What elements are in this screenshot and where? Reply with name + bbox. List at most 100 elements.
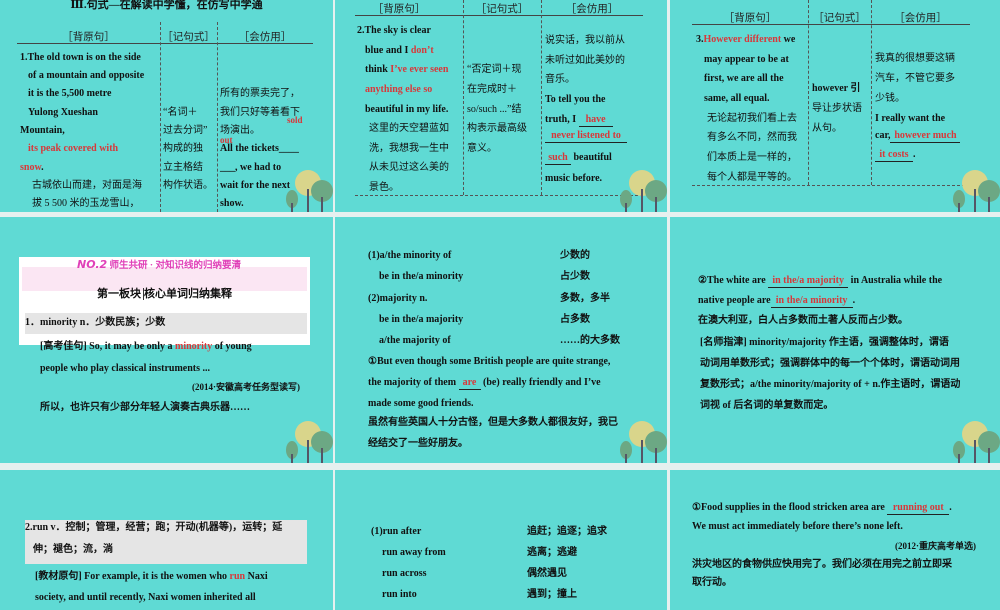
answer-blank: however much [890, 130, 961, 143]
header-divider [17, 43, 313, 44]
header-divider [355, 15, 643, 16]
text-line: ②The white are in the/a majority in Aust… [698, 275, 942, 288]
text: of young [212, 341, 252, 352]
answer-text: sold [287, 115, 303, 125]
text-line: 古城依山而建，对面是海 [32, 180, 142, 191]
answer-text: out [220, 135, 233, 145]
answer-blank: have [578, 114, 613, 127]
text-line: Mountain, [20, 125, 65, 136]
text-line: 意义。 [467, 143, 497, 154]
text-line: [教材原句] For example, it is the women who … [35, 571, 268, 583]
slide-thumbnail-3[interactable]: ［背原句］ ［记句式］ ［会仿用］ 3.However different we… [670, 0, 1000, 212]
text-line: 少钱。 [875, 93, 905, 104]
slide-thumbnail-4[interactable]: NO.2 师生共研 · 对知识线的归纳要清 第一板块 核心单词归纳集释 1．min… [0, 217, 333, 463]
section-subtitle: 师生共研 · 对知识线的归纳要清 [109, 261, 241, 271]
text-line: truth, I have [545, 114, 613, 127]
slide-thumbnail-5[interactable]: (1)a/the minority of 少数的 be in the/a mino… [335, 217, 667, 463]
block-title: 第一板块 核心单词归纳集释 [19, 288, 310, 300]
text-line: people who play classical instruments ..… [40, 363, 211, 374]
phrase-meaning: ……的大多数 [560, 335, 620, 346]
header-col2: ［记句式］ [813, 13, 866, 24]
phrase: (2)majority n. [368, 293, 428, 304]
text-line: such beautiful [545, 152, 612, 165]
slide-thumbnail-8[interactable]: (1)run after 追赶；追逐；追求 run away from 逃离；逃避 … [335, 470, 667, 610]
header-col1: ［背原句］ [62, 32, 115, 43]
text-line: however 引 [812, 83, 861, 94]
slide-thumbnail-2[interactable]: ［背原句］ ［记句式］ ［会仿用］ 2.The sky is clear blu… [335, 0, 667, 212]
text-line: 从未见过这么美的 [369, 162, 449, 173]
slide-thumbnail-7[interactable]: 2.run v．控制；管理，经营；跑；开动(机器等)，运转；延 伸；褪色；流，淌… [0, 470, 333, 610]
header-col3: ［会仿用］ [565, 4, 619, 15]
phrase: a/the majority of [379, 335, 451, 346]
text-line: Yulong Xueshan [28, 107, 98, 118]
text-line: To tell you the [545, 94, 606, 105]
text-line: think I’ve ever seen [365, 64, 448, 76]
text-line: may appear to be at [704, 54, 789, 65]
text-line: 过去分词” [163, 125, 208, 136]
text-line: ①Food supplies in the flood stricken are… [692, 502, 952, 515]
text-line: beautiful in my life. [365, 104, 449, 115]
text-line: 词视 of 后名词的单复数而定。 [700, 400, 834, 411]
text: Naxi [245, 571, 268, 582]
highlight-text: its peak covered with [28, 143, 119, 154]
text: truth, I [545, 114, 579, 125]
text: the majority of them [368, 377, 459, 388]
header-col2: ［记句式］ [475, 4, 529, 15]
text-line: 未听过如此美妙的 [545, 55, 625, 66]
text-line: 洗，我想我一生中 [369, 143, 449, 154]
text-line: I really want the [875, 113, 946, 124]
tree-decoration-icon [953, 421, 1000, 463]
header-divider [692, 24, 970, 25]
period: . [852, 295, 856, 306]
text-line: snow. [20, 162, 44, 174]
phrase: be in the/a majority [379, 314, 464, 325]
text-line: 在完成时＋ [467, 84, 517, 95]
text: in Australia while the [848, 275, 943, 286]
text-line: society, and until recently, Naxi women … [35, 592, 256, 603]
slide-thumbnail-1[interactable]: Ⅲ.句式—在解读中学懂，在仿写中学通 ［背原句］ ［记句式］ ［会仿用］ 1.T… [0, 0, 333, 212]
header-col2: ［记句式］ [162, 32, 215, 43]
text-line: first, we are all the [704, 73, 784, 84]
header-col1: ［背原句］ [723, 13, 777, 24]
phrase-meaning: 逃离；逃避 [527, 547, 577, 558]
text-line: wait for the next [220, 180, 291, 191]
text: think [365, 64, 391, 75]
text-line: 3.However different we [696, 34, 795, 46]
text-line: ___, we had to [220, 162, 282, 173]
text: [高考佳句] So, it may be only a [40, 341, 175, 352]
text: car, [875, 130, 891, 141]
text-line: 立主格结 [163, 162, 203, 173]
text-line: 景色。 [369, 182, 399, 193]
phrase-meaning: 多数，多半 [560, 293, 610, 304]
column-divider [463, 0, 464, 195]
text: (be) really friendly and I’ve [480, 377, 601, 388]
text-line: 1.The old town is on the side [20, 52, 141, 63]
answer-blank: are [458, 377, 481, 390]
text-line: “否定词＋现 [467, 64, 522, 75]
phrase-meaning: 偶然遇见 [527, 568, 567, 579]
header-col1: ［背原句］ [372, 4, 426, 15]
text-line: We must act immediately before there’s n… [692, 521, 903, 532]
text-line: show. [220, 198, 244, 209]
slide-thumbnail-6[interactable]: ②The white are in the/a majority in Aust… [670, 217, 1000, 463]
text-line: 汽车，不管它要多 [875, 73, 955, 84]
phrase-meaning: 追赶；追逐；追求 [527, 526, 607, 537]
text-line: 所有的票卖完了， [220, 88, 300, 99]
text-line: 无论起初我们看上去 [707, 113, 797, 124]
column-divider [160, 22, 161, 212]
text-line: 我真的很想要这辆 [875, 53, 955, 64]
slide-thumbnail-9[interactable]: ①Food supplies in the flood stricken are… [670, 470, 1000, 610]
text-line: blue and I don’t [365, 45, 434, 57]
highlight-text: However different [703, 34, 782, 45]
text-line: native people are in the/a minority. [698, 295, 855, 308]
text: ②The white are [698, 275, 769, 286]
title-box: NO.2 师生共研 · 对知识线的归纳要清 第一板块 核心单词归纳集释 1．min… [19, 257, 310, 345]
highlight-text: snow [20, 162, 42, 173]
answer-blank: running out [887, 502, 950, 515]
text-line: 每个人都是平等的。 [707, 172, 797, 183]
highlight-text: I’ve ever seen [390, 64, 449, 75]
answer-blank: it costs [875, 149, 913, 162]
phrase: be in the/a minority [379, 271, 464, 282]
text: [教材原句] For example, it is the women who [35, 571, 230, 582]
text-line: so/such ...”结 [467, 104, 522, 115]
